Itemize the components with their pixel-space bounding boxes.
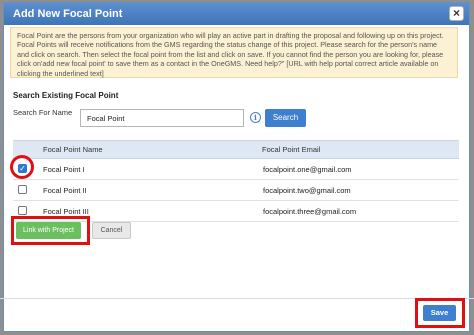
focal-point-name: Focal Point II xyxy=(43,186,87,195)
header-name: Focal Point Name xyxy=(43,145,103,154)
header-email: Focal Point Email xyxy=(262,145,321,154)
link-with-project-button[interactable]: Link with Project xyxy=(16,222,81,239)
search-button[interactable]: Search xyxy=(265,109,306,127)
cancel-button[interactable]: Cancel xyxy=(92,222,131,239)
save-button[interactable]: Save xyxy=(423,305,456,321)
info-icon[interactable]: i xyxy=(250,112,261,123)
focal-point-email: focalpoint.one@gmail.com xyxy=(263,165,352,174)
focal-point-name: Focal Point III xyxy=(43,207,89,216)
row-checkbox[interactable] xyxy=(18,206,27,215)
search-label: Search For Name xyxy=(13,108,73,117)
focal-point-email: focalpoint.three@gmail.com xyxy=(263,207,357,216)
dialog-title: Add New Focal Point xyxy=(13,8,123,20)
focal-point-table: Focal Point Name Focal Point Email ✓ Foc… xyxy=(13,140,459,222)
info-notice: Focal Point are the persons from your or… xyxy=(10,27,458,78)
checkbox-highlight-circle xyxy=(10,155,34,179)
row-checkbox[interactable] xyxy=(18,185,27,194)
focal-point-email: focalpoint.two@gmail.com xyxy=(263,186,351,195)
section-title: Search Existing Focal Point xyxy=(13,91,119,100)
footer-divider xyxy=(0,298,474,299)
table-row[interactable]: ✓ Focal Point I focalpoint.one@gmail.com xyxy=(13,159,459,180)
table-header: Focal Point Name Focal Point Email xyxy=(13,141,459,159)
focal-point-name: Focal Point I xyxy=(43,165,85,174)
table-row[interactable]: Focal Point II focalpoint.two@gmail.com xyxy=(13,180,459,201)
dialog-titlebar: Add New Focal Point × xyxy=(4,3,469,25)
close-icon[interactable]: × xyxy=(449,6,464,21)
search-input[interactable]: Focal Point xyxy=(80,109,244,127)
